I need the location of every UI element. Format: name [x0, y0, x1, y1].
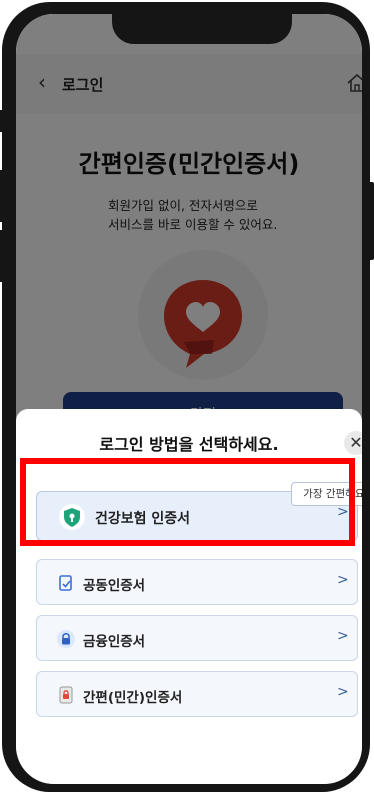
phone-frame: ‹ 로그인 간편인증(민간인증서) 회원가입 없이, 전자서명으로 서비스를 바…	[0, 2, 374, 792]
document-icon	[59, 575, 72, 591]
screen: ‹ 로그인 간편인증(민간인증서) 회원가입 없이, 전자서명으로 서비스를 바…	[16, 14, 362, 784]
option-label: 금융인증서	[83, 634, 146, 650]
lock-icon	[57, 630, 75, 648]
option-financial-cert[interactable]: 금융인증서 >	[36, 615, 358, 661]
option-joint-cert[interactable]: 공동인증서 >	[36, 559, 358, 605]
shield-icon	[59, 504, 85, 530]
option-label: 공동인증서	[83, 578, 146, 594]
login-method-sheet: 로그인 방법을 선택하세요. ✕ 건강보험 인증서 > 가장 간편해요!	[16, 409, 362, 784]
close-button[interactable]: ✕	[344, 431, 362, 455]
chevron-right-icon: >	[337, 684, 349, 700]
close-icon: ✕	[349, 433, 362, 452]
phone-side-button	[368, 182, 374, 260]
phone-side-button	[0, 230, 4, 282]
chevron-right-icon: >	[337, 572, 349, 588]
chevron-right-icon: >	[337, 628, 349, 644]
phone-notch	[112, 14, 292, 44]
phone-side-button	[0, 170, 4, 222]
option-label: 간편(민간)인증서	[83, 690, 183, 706]
option-label: 건강보험 인증서	[95, 511, 191, 527]
chevron-right-icon: >	[337, 504, 349, 520]
recommend-tooltip: 가장 간편해요!	[291, 482, 362, 506]
phone-side-button	[0, 110, 4, 132]
option-simple-cert[interactable]: 간편(민간)인증서 >	[36, 671, 358, 717]
option-health-insurance-cert[interactable]: 건강보험 인증서 > 가장 간편해요!	[36, 482, 362, 541]
phone-lock-icon	[59, 686, 73, 704]
sheet-title: 로그인 방법을 선택하세요.	[99, 435, 279, 454]
